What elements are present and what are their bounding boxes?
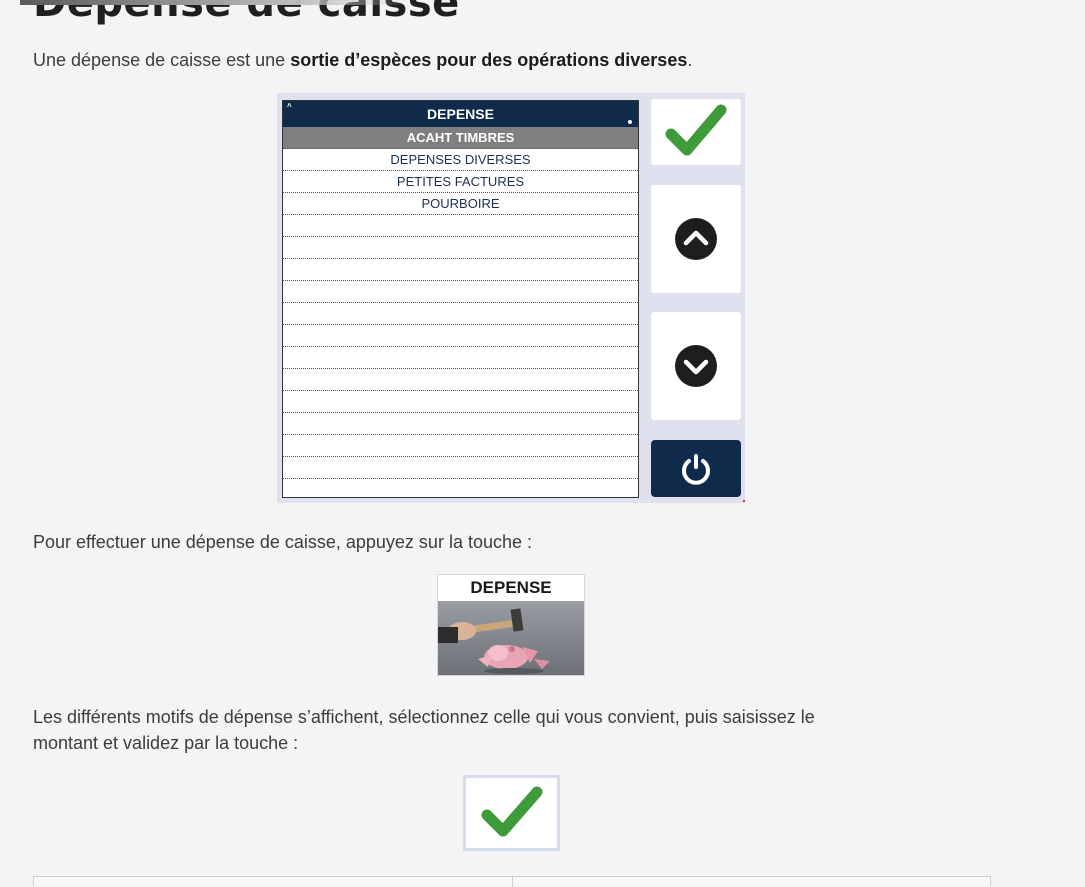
intro-end: . bbox=[687, 50, 693, 70]
checkmark-icon bbox=[481, 786, 542, 837]
instruction-paragraph-2: Les différents motifs de dépense s’affic… bbox=[33, 704, 815, 756]
list-item[interactable] bbox=[283, 347, 638, 369]
validate-button[interactable] bbox=[651, 99, 741, 165]
depense-key-image: DEPENSE bbox=[437, 574, 585, 676]
intro-bold-text: sortie d’espèces pour des opérations div… bbox=[290, 50, 688, 70]
intro-paragraph: Une dépense de caisse est une sortie d’e… bbox=[33, 47, 692, 73]
scroll-up-button[interactable] bbox=[651, 185, 741, 293]
list-item[interactable] bbox=[283, 215, 638, 237]
list-item[interactable] bbox=[283, 281, 638, 303]
list-header-label: DEPENSE bbox=[427, 106, 494, 122]
power-icon bbox=[682, 453, 710, 485]
table-top-edge bbox=[33, 876, 991, 887]
depense-key-label: DEPENSE bbox=[470, 578, 552, 597]
list-item[interactable] bbox=[283, 435, 638, 457]
list-item[interactable]: POURBOIRE bbox=[283, 193, 638, 215]
list-item[interactable] bbox=[283, 325, 638, 347]
list-item[interactable]: PETITES FACTURES bbox=[283, 171, 638, 193]
list-item[interactable]: DEPENSES DIVERSES bbox=[283, 149, 638, 171]
list-item[interactable] bbox=[283, 457, 638, 479]
table-column-divider bbox=[512, 877, 513, 887]
checkmark-icon bbox=[665, 104, 727, 156]
list-rows: ACAHT TIMBRES DEPENSES DIVERSES PETITES FA… bbox=[283, 127, 638, 479]
header-caret-icon: ^ bbox=[287, 102, 292, 111]
red-dot-artifact bbox=[743, 500, 745, 502]
validate-key-image bbox=[463, 775, 560, 851]
list-item[interactable] bbox=[283, 237, 638, 259]
chevron-down-circle-icon bbox=[675, 345, 717, 387]
power-button[interactable] bbox=[651, 440, 741, 497]
list-item[interactable] bbox=[283, 259, 638, 281]
list-item[interactable] bbox=[283, 303, 638, 325]
instruction-2-line-1: Les différents motifs de dépense s’affic… bbox=[33, 707, 815, 727]
instruction-paragraph-1: Pour effectuer une dépense de caisse, ap… bbox=[33, 532, 532, 552]
piggy-bank-hammer-image bbox=[438, 601, 584, 675]
pos-screen-screenshot: ^ DEPENSE ACAHT TIMBRES DEPENSES DIVERSES… bbox=[277, 93, 745, 503]
expense-reason-list: ^ DEPENSE ACAHT TIMBRES DEPENSES DIVERSES… bbox=[282, 100, 639, 498]
header-dot-icon bbox=[628, 120, 632, 124]
list-header: ^ DEPENSE bbox=[283, 101, 638, 127]
list-item[interactable] bbox=[283, 369, 638, 391]
list-item-selected[interactable]: ACAHT TIMBRES bbox=[283, 127, 638, 149]
chevron-up-circle-icon bbox=[675, 218, 717, 260]
list-item[interactable] bbox=[283, 391, 638, 413]
list-item[interactable] bbox=[283, 413, 638, 435]
title-underline bbox=[20, 0, 410, 5]
instruction-2-line-2: montant et validez par la touche : bbox=[33, 733, 299, 753]
scroll-down-button[interactable] bbox=[651, 312, 741, 420]
intro-text: Une dépense de caisse est une bbox=[33, 50, 291, 70]
